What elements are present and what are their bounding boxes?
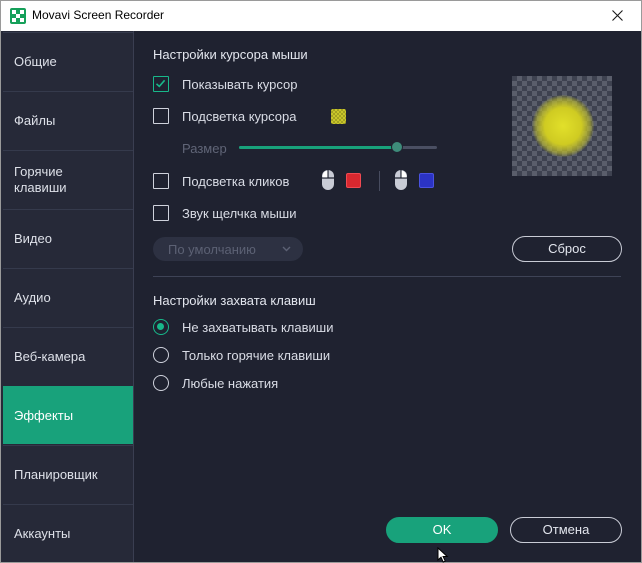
chevron-down-icon [282, 246, 291, 252]
effects-panel: Настройки курсора мыши Показывать курсор… [135, 31, 641, 562]
section-divider [153, 276, 621, 277]
highlight-clicks-checkbox[interactable] [153, 173, 169, 189]
left-mouse-button-icon [322, 170, 334, 190]
cancel-button[interactable]: Отмена [510, 517, 622, 543]
size-label: Размер [182, 141, 227, 156]
click-sound-select-value: По умолчанию [168, 242, 256, 257]
key-capture-title: Настройки захвата клавиш [153, 293, 316, 308]
close-icon [612, 10, 623, 21]
click-sound-label: Звук щелчка мыши [182, 206, 297, 221]
click-sound-checkbox[interactable] [153, 205, 169, 221]
cursor-highlight-preview [532, 95, 594, 157]
sidebar-item-label: Планировщик [14, 466, 98, 482]
sidebar-item-label: Горячие клавиши [14, 163, 67, 195]
sidebar-item-label: Аккаунты [14, 525, 71, 541]
radio-hotkeys-only-label: Только горячие клавиши [182, 348, 331, 363]
sidebar-item-files[interactable]: Файлы [3, 91, 133, 149]
settings-window: Movavi Screen Recorder Общие Файлы Горяч… [0, 0, 642, 563]
radio-any-keys[interactable] [153, 375, 169, 391]
sidebar-item-webcam[interactable]: Веб-камера [3, 327, 133, 385]
window-title: Movavi Screen Recorder [32, 8, 165, 22]
show-cursor-label: Показывать курсор [182, 77, 298, 92]
sidebar-item-label: Веб-камера [14, 348, 86, 364]
mouse-pointer-icon [437, 547, 449, 563]
radio-hotkeys-only[interactable] [153, 347, 169, 363]
cursor-highlight-color-swatch[interactable] [331, 109, 346, 124]
sidebar-item-label: Файлы [14, 112, 56, 128]
sidebar: Общие Файлы Горячие клавиши Видео Аудио … [1, 31, 134, 562]
size-slider-fill [239, 146, 398, 149]
click-sound-select[interactable]: По умолчанию [153, 237, 303, 261]
sidebar-item-scheduler[interactable]: Планировщик [3, 445, 133, 503]
highlight-clicks-label: Подсветка кликов [182, 174, 290, 189]
sidebar-item-audio[interactable]: Аудио [3, 268, 133, 326]
right-click-color-swatch[interactable] [419, 173, 434, 188]
show-cursor-checkbox[interactable] [153, 76, 169, 92]
radio-no-key-capture[interactable] [153, 319, 169, 335]
ok-button[interactable]: OK [386, 517, 498, 543]
sidebar-item-label: Эффекты [14, 407, 74, 423]
close-button[interactable] [595, 1, 641, 31]
title-bar: Movavi Screen Recorder [1, 1, 641, 31]
sidebar-item-label: Аудио [14, 289, 51, 305]
sidebar-item-label: Общие [14, 53, 57, 69]
highlight-cursor-checkbox[interactable] [153, 108, 169, 124]
radio-no-key-capture-label: Не захватывать клавиши [182, 320, 334, 335]
sidebar-item-general[interactable]: Общие [3, 32, 133, 90]
left-click-color-swatch[interactable] [346, 173, 361, 188]
sidebar-item-accounts[interactable]: Аккаунты [3, 504, 133, 562]
cursor-preview [512, 76, 612, 176]
sidebar-item-effects[interactable]: Эффекты [3, 386, 133, 444]
highlight-cursor-label: Подсветка курсора [182, 109, 297, 124]
checkmark-icon [155, 79, 166, 88]
size-slider[interactable] [239, 141, 437, 153]
app-logo-icon [10, 8, 26, 24]
right-mouse-button-icon [395, 170, 407, 190]
reset-button[interactable]: Сброс [512, 236, 622, 262]
sidebar-item-hotkeys[interactable]: Горячие клавиши [3, 150, 133, 208]
click-color-divider [379, 171, 380, 191]
size-slider-handle[interactable] [391, 141, 404, 153]
radio-any-keys-label: Любые нажатия [182, 376, 279, 391]
cursor-settings-title: Настройки курсора мыши [153, 47, 308, 62]
sidebar-item-video[interactable]: Видео [3, 209, 133, 267]
sidebar-item-label: Видео [14, 230, 52, 246]
